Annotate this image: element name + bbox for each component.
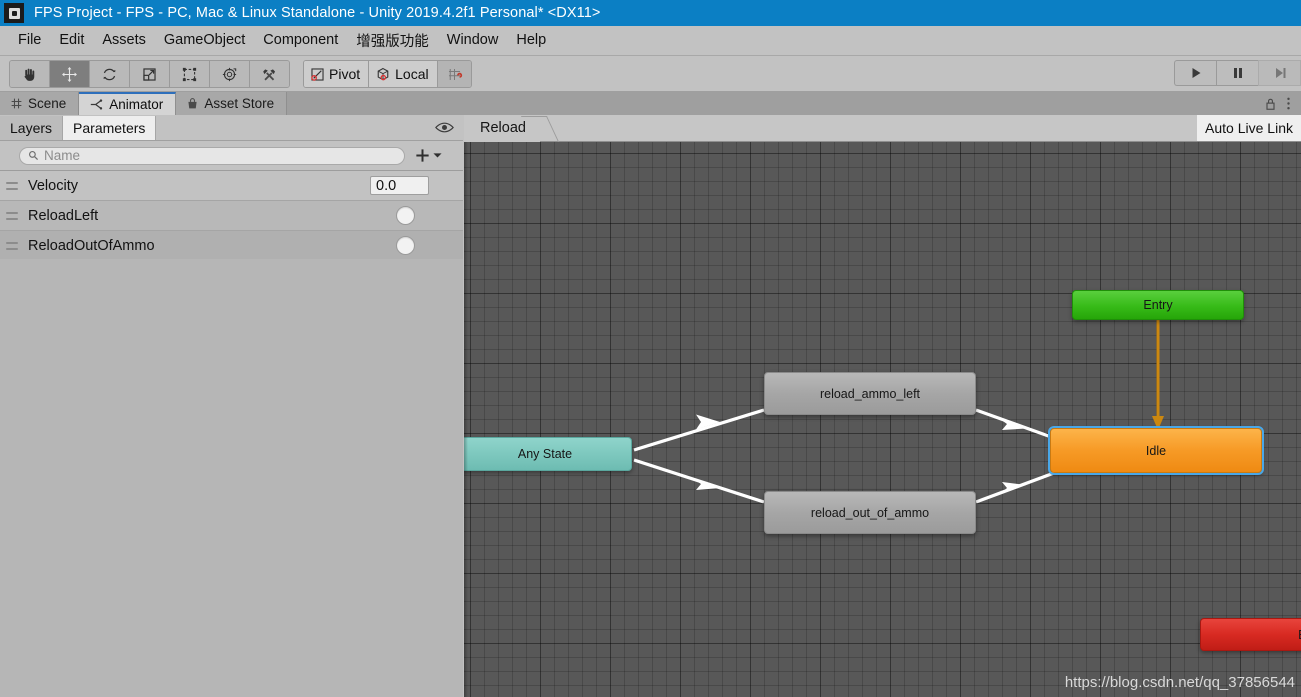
animator-graph-panel: Reload Auto Live Link Any State Entry Id… xyxy=(464,115,1301,697)
transition-edges xyxy=(633,320,1164,504)
transform-tool-icon[interactable] xyxy=(210,61,250,87)
parameter-search-row: Name xyxy=(0,141,463,171)
playmode-controls xyxy=(1174,60,1301,86)
subtab-layers[interactable]: Layers xyxy=(0,115,64,140)
state-machine-canvas[interactable]: Any State Entry Idle Exit reload_ammo_le… xyxy=(464,142,1301,697)
menu-item-window[interactable]: Window xyxy=(438,29,508,52)
transform-tools-group xyxy=(9,60,290,88)
breadcrumb: Reload Auto Live Link xyxy=(464,115,1301,142)
trigger-toggle[interactable] xyxy=(396,236,415,255)
lock-icon[interactable] xyxy=(1264,97,1277,111)
menu-item-edit[interactable]: Edit xyxy=(50,29,93,52)
scale-tool-icon[interactable] xyxy=(130,61,170,87)
search-placeholder: Name xyxy=(44,148,81,163)
auto-live-link-button[interactable]: Auto Live Link xyxy=(1197,115,1301,141)
asset-store-icon xyxy=(188,98,197,109)
node-idle[interactable]: Idle xyxy=(1048,426,1264,475)
parameter-name: ReloadOutOfAmmo xyxy=(28,237,155,254)
node-label: Idle xyxy=(1145,443,1167,458)
window-title-bar: FPS Project - FPS - PC, Mac & Linux Stan… xyxy=(0,0,1301,26)
local-toggle-button[interactable]: Local xyxy=(369,61,438,87)
trigger-toggle[interactable] xyxy=(396,206,415,225)
step-button[interactable] xyxy=(1258,60,1301,86)
pause-icon xyxy=(1233,68,1242,78)
parameters-subtab-row: Layers Parameters xyxy=(0,115,463,141)
search-icon xyxy=(28,150,39,161)
play-icon xyxy=(1192,68,1200,78)
parameter-row-reloadleft[interactable]: ReloadLeft xyxy=(0,201,463,231)
search-input[interactable]: Name xyxy=(19,146,405,165)
local-label: Local xyxy=(395,66,429,82)
custom-tool-icon[interactable] xyxy=(250,61,289,87)
transition-entry-to-idle xyxy=(1152,320,1164,430)
parameter-row-velocity[interactable]: Velocity 0.0 xyxy=(0,171,463,201)
animator-icon xyxy=(91,99,103,110)
parameter-name: Velocity xyxy=(28,177,78,194)
tab-scene-label: Scene xyxy=(28,96,67,111)
eye-icon[interactable] xyxy=(435,121,463,134)
node-any-state[interactable]: Any State xyxy=(464,437,632,471)
play-button[interactable] xyxy=(1174,60,1216,86)
tab-animator-label: Animator xyxy=(109,97,164,112)
menu-item-file[interactable]: File xyxy=(9,29,50,52)
step-icon xyxy=(1275,68,1285,78)
rotate-tool-icon[interactable] xyxy=(90,61,130,87)
node-label: Entry xyxy=(1143,298,1173,312)
parameter-name: ReloadLeft xyxy=(28,207,99,224)
node-reload-ammo-left[interactable]: reload_ammo_left xyxy=(764,372,976,415)
menu-item-gameobject[interactable]: GameObject xyxy=(155,29,254,52)
tab-asset-store-label: Asset Store xyxy=(204,96,275,111)
window-title: FPS Project - FPS - PC, Mac & Linux Stan… xyxy=(34,5,601,21)
node-label: Any State xyxy=(517,447,573,461)
node-exit[interactable]: Exit xyxy=(1200,618,1301,651)
node-label: reload_out_of_ammo xyxy=(810,505,930,520)
unity-logo-icon xyxy=(4,3,24,23)
transition-reload-out-of-ammo-to-idle xyxy=(975,471,1055,504)
pivot-mode-group: Pivot Local xyxy=(303,60,472,88)
panel-tab-bar: Scene Animator Asset Store xyxy=(0,91,1301,115)
hand-tool-icon[interactable] xyxy=(10,61,50,87)
panel-options xyxy=(1264,92,1301,115)
node-entry[interactable]: Entry xyxy=(1072,290,1244,320)
menu-item-component[interactable]: Component xyxy=(254,29,347,52)
add-parameter-button[interactable] xyxy=(414,147,442,164)
node-reload-out-of-ammo[interactable]: reload_out_of_ammo xyxy=(764,491,976,534)
transition-anystate-to-reload-out-of-ammo xyxy=(633,458,765,504)
drag-handle-icon[interactable] xyxy=(6,211,18,220)
tab-animator[interactable]: Animator xyxy=(79,92,177,115)
tab-asset-store[interactable]: Asset Store xyxy=(176,92,288,115)
rect-tool-icon[interactable] xyxy=(170,61,210,87)
menu-item-assets[interactable]: Assets xyxy=(93,29,155,52)
move-tool-icon[interactable] xyxy=(50,61,90,87)
grid-snap-button[interactable] xyxy=(437,61,471,87)
editor-toolbar: Pivot Local xyxy=(0,55,1301,91)
watermark: https://blog.csdn.net/qq_37856544 xyxy=(1064,674,1295,691)
scene-icon xyxy=(11,98,22,109)
menu-item-help[interactable]: Help xyxy=(507,29,555,52)
animator-parameters-panel: Layers Parameters Name Velocity 0.0 Relo… xyxy=(0,115,463,697)
parameter-value-field[interactable]: 0.0 xyxy=(370,176,429,195)
drag-handle-icon[interactable] xyxy=(6,241,18,250)
pivot-label: Pivot xyxy=(329,66,361,82)
breadcrumb-item-reload[interactable]: Reload xyxy=(464,115,540,142)
plus-icon xyxy=(416,149,429,162)
unity-editor-window: FPS Project - FPS - PC, Mac & Linux Stan… xyxy=(0,0,1301,697)
kebab-menu-icon[interactable] xyxy=(1286,96,1291,111)
pivot-toggle-button[interactable]: Pivot xyxy=(304,61,370,87)
menu-item-enhanced-features[interactable]: 增强版功能 xyxy=(347,27,438,55)
pause-button[interactable] xyxy=(1216,60,1258,86)
parameters-empty-area xyxy=(0,259,463,697)
grid-snap-icon xyxy=(448,68,462,80)
transition-anystate-to-reload-ammo-left xyxy=(633,408,765,452)
subtab-parameters[interactable]: Parameters xyxy=(63,115,157,140)
pivot-icon xyxy=(311,67,324,81)
parameter-row-reloadoutofammo[interactable]: ReloadOutOfAmmo xyxy=(0,231,463,261)
chevron-down-icon xyxy=(433,153,442,158)
node-label: reload_ammo_left xyxy=(819,386,921,401)
drag-handle-icon[interactable] xyxy=(6,181,18,190)
local-handle-icon xyxy=(377,67,389,80)
menu-bar: File Edit Assets GameObject Component 增强… xyxy=(0,26,1301,55)
tab-scene[interactable]: Scene xyxy=(0,92,80,115)
transition-reload-ammo-left-to-idle xyxy=(975,408,1055,440)
